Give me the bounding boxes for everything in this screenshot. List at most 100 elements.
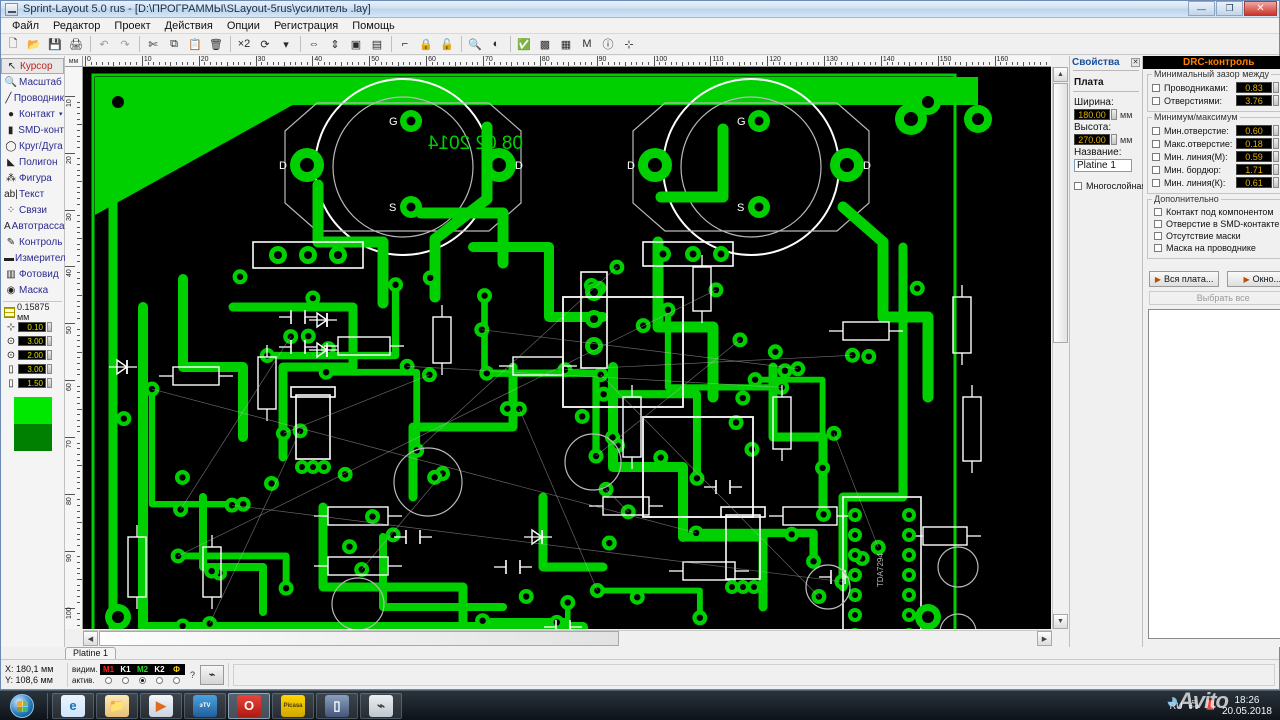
- tool-7[interactable]: ⁂ Фигура: [1, 170, 64, 186]
- tool-2[interactable]: ╱ Проводник: [1, 90, 64, 106]
- copy-icon[interactable]: ⧉: [164, 35, 184, 54]
- probe-tool-icon[interactable]: ⌁: [200, 664, 225, 685]
- check-whole-board-button[interactable]: ▶ Вся плата...: [1149, 271, 1220, 287]
- menu-item-2[interactable]: Проект: [107, 19, 157, 33]
- rotate-icon[interactable]: ⟳: [255, 35, 275, 54]
- tool-14[interactable]: ◉ Маска: [1, 282, 64, 298]
- open-file-icon[interactable]: 📂: [24, 35, 44, 54]
- clearance-value-1[interactable]: 3.76: [1236, 95, 1272, 106]
- canvas-horizontal-scrollbar[interactable]: ◀ ▶: [83, 630, 1052, 647]
- tool-13[interactable]: ▥ Фотовид: [1, 266, 64, 282]
- minmax-spinner-3[interactable]: [1273, 164, 1279, 175]
- taskbar-usb-drive[interactable]: ⌁: [360, 692, 402, 719]
- mirror-vertical-icon[interactable]: ⇕: [325, 35, 345, 54]
- clearance-checkbox-1[interactable]: [1152, 96, 1160, 105]
- lock-icon[interactable]: 🔒: [416, 35, 436, 54]
- align-icon[interactable]: ▤: [367, 35, 387, 54]
- duplicate-x2-icon[interactable]: ×2: [234, 35, 254, 54]
- taskbar-picasa-app[interactable]: Picasa: [272, 692, 314, 719]
- board-name-input[interactable]: Platine 1: [1074, 159, 1132, 172]
- layer-radio-M1[interactable]: [105, 676, 112, 684]
- layer-radio-K2[interactable]: [156, 676, 163, 684]
- undo-icon[interactable]: ↶: [94, 35, 114, 54]
- pad-drill-spinner[interactable]: [47, 350, 52, 360]
- minmax-value-0[interactable]: 0.60: [1236, 125, 1272, 136]
- new-file-icon[interactable]: 🗋: [3, 35, 23, 54]
- track-width-value[interactable]: 0.10: [18, 322, 46, 332]
- multilayer-checkbox[interactable]: [1074, 182, 1082, 190]
- smd-width-value[interactable]: 3.00: [18, 364, 46, 374]
- extra-checkbox-3[interactable]: [1154, 244, 1162, 252]
- chevron-down-icon[interactable]: ▾: [59, 110, 63, 118]
- minmax-value-3[interactable]: 1.71: [1236, 164, 1272, 175]
- print-icon[interactable]: 🖨: [66, 35, 86, 54]
- help-board-icon[interactable]: ▩: [535, 35, 555, 54]
- close-button[interactable]: ✕: [1244, 1, 1277, 16]
- taskbar-clock[interactable]: 18:26 20.05.2018: [1222, 695, 1276, 717]
- board-width-spinner[interactable]: [1111, 109, 1117, 120]
- taskbar-opera-browser[interactable]: O: [228, 692, 270, 719]
- redo-icon[interactable]: ↷: [115, 35, 135, 54]
- tool-12[interactable]: ▬ Измеритель: [1, 250, 71, 266]
- horizontal-scroll-thumb[interactable]: [99, 631, 619, 646]
- clearance-spinner-1[interactable]: [1273, 95, 1279, 106]
- extra-row-0[interactable]: Контакт под компонентом: [1150, 206, 1280, 218]
- layer-chip-K1[interactable]: K1: [117, 664, 134, 675]
- layer-radio-Ф[interactable]: [173, 676, 180, 684]
- maximize-button[interactable]: ❐: [1216, 1, 1243, 16]
- clearance-spinner-0[interactable]: [1273, 82, 1279, 93]
- document-tab[interactable]: Platine 1: [65, 647, 117, 659]
- scroll-right-button[interactable]: ▶: [1037, 631, 1052, 646]
- crop-board-icon[interactable]: ⊹: [619, 35, 639, 54]
- grid-size-row[interactable]: 0.15875 мм: [1, 302, 64, 322]
- minmax-spinner-0[interactable]: [1273, 125, 1279, 136]
- taskbar-stv-app[interactable]: эТV: [184, 692, 226, 719]
- delete-icon[interactable]: 🗑: [206, 35, 226, 54]
- layer-chip-M1[interactable]: M1: [100, 664, 117, 675]
- taskbar-media-player[interactable]: ▶: [140, 692, 182, 719]
- tool-0[interactable]: ↖ Курсор: [1, 58, 64, 74]
- check-window-button[interactable]: ▶ Окно...: [1227, 271, 1280, 287]
- minmax-value-2[interactable]: 0.59: [1236, 151, 1272, 162]
- menu-item-0[interactable]: Файл: [5, 19, 46, 33]
- cut-icon[interactable]: ✄: [143, 35, 163, 54]
- board-width-value[interactable]: 180.00: [1074, 109, 1110, 120]
- smd-width-spinner[interactable]: [47, 364, 52, 374]
- scroll-left-button[interactable]: ◀: [83, 631, 98, 646]
- menu-item-5[interactable]: Регистрация: [267, 19, 345, 33]
- unlock-icon[interactable]: 🔓: [437, 35, 457, 54]
- minmax-checkbox-4[interactable]: [1152, 178, 1160, 187]
- layer-chip-K2[interactable]: K2: [151, 664, 168, 675]
- clearance-checkbox-0[interactable]: [1152, 83, 1160, 92]
- menu-item-3[interactable]: Действия: [158, 19, 220, 33]
- properties-close-icon[interactable]: ✕: [1131, 58, 1140, 67]
- tool-5[interactable]: ◯ Круг/Дуга: [1, 138, 64, 154]
- extra-row-1[interactable]: Отверстие в SMD-контакте: [1150, 218, 1280, 230]
- track-width-spinner[interactable]: [47, 322, 52, 332]
- extra-checkbox-1[interactable]: [1154, 220, 1162, 228]
- minmax-checkbox-3[interactable]: [1152, 165, 1160, 174]
- tool-9[interactable]: ⁘ Связи: [1, 202, 64, 218]
- mirror-horizontal-icon[interactable]: ⇔: [304, 35, 324, 54]
- tool-10[interactable]: A Автотрасса: [1, 218, 65, 234]
- save-file-icon[interactable]: 💾: [45, 35, 65, 54]
- menu-item-1[interactable]: Редактор: [46, 19, 107, 33]
- smd-height-spinner[interactable]: [47, 378, 52, 388]
- rotate-dropdown-icon[interactable]: ▾: [276, 35, 296, 54]
- board-height-value[interactable]: 270.00: [1074, 134, 1110, 145]
- tool-11[interactable]: ✎ Контроль: [1, 234, 64, 250]
- taskbar-internet-explorer[interactable]: e: [52, 692, 94, 719]
- start-button[interactable]: [0, 692, 44, 720]
- taskbar-explorer-folder[interactable]: 📁: [96, 692, 138, 719]
- minmax-spinner-1[interactable]: [1273, 138, 1279, 149]
- check-layout-icon[interactable]: ✅: [514, 35, 534, 54]
- minmax-checkbox-1[interactable]: [1152, 139, 1160, 148]
- macro-icon[interactable]: M: [577, 35, 597, 54]
- smd-height-value[interactable]: 1.50: [18, 378, 46, 388]
- minimize-button[interactable]: —: [1188, 1, 1215, 16]
- menu-item-4[interactable]: Опции: [220, 19, 267, 33]
- layer-radio-M2[interactable]: [139, 676, 146, 684]
- scroll-down-button[interactable]: ▼: [1053, 614, 1068, 629]
- paste-icon[interactable]: 📋: [185, 35, 205, 54]
- top-layer-color-swatch[interactable]: [13, 397, 52, 424]
